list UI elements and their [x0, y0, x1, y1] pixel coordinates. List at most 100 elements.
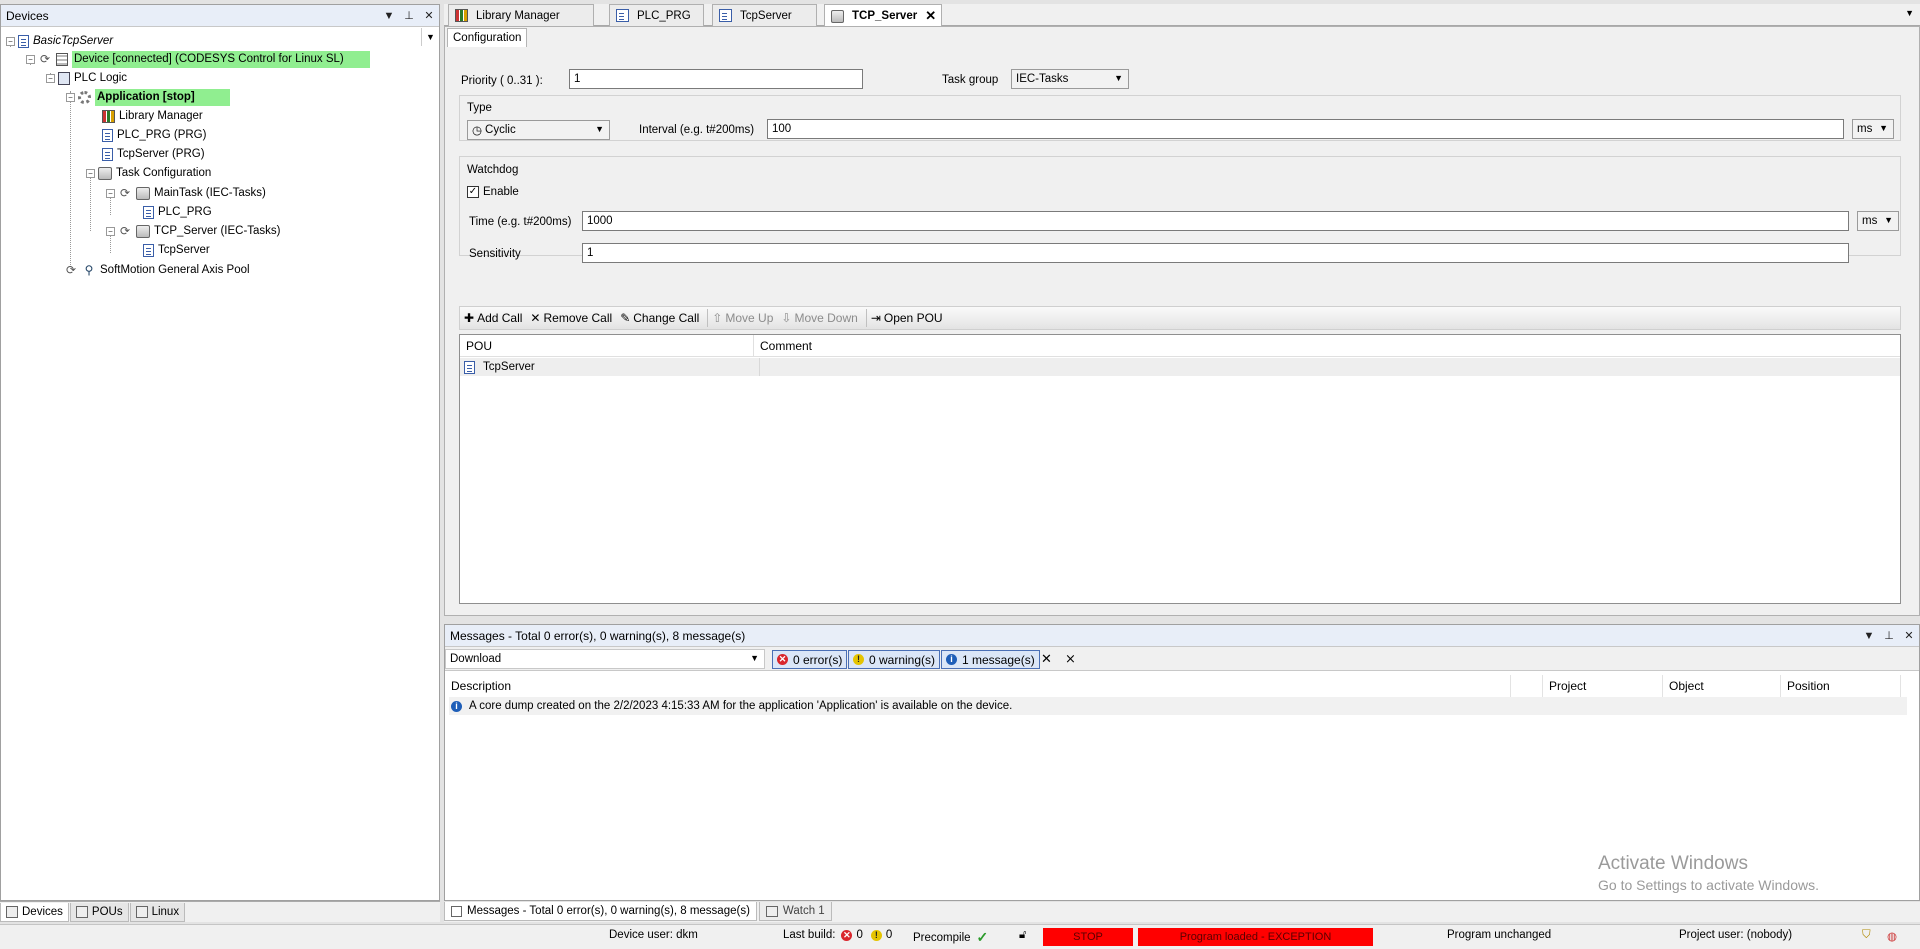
task-icon: [136, 186, 150, 200]
collapse-icon[interactable]: −: [106, 188, 115, 198]
tab-devices[interactable]: Devices: [0, 903, 69, 922]
pou-call-icon: [143, 205, 154, 219]
close-icon[interactable]: ✕: [419, 9, 439, 22]
column-header-description[interactable]: Description: [445, 675, 1511, 697]
collapse-icon[interactable]: −: [86, 168, 95, 178]
close-icon[interactable]: ✕: [1899, 629, 1919, 642]
tree-item-device[interactable]: − ⟳ Device [connected] (CODESYS Control …: [26, 50, 370, 68]
time-unit-select[interactable]: ms ▼: [1857, 211, 1899, 231]
pin-icon[interactable]: ⊥: [399, 9, 419, 22]
tree-item-softmotion[interactable]: ⟳ ⚲ SoftMotion General Axis Pool: [64, 261, 250, 279]
watchdog-group-label: Watchdog: [467, 164, 519, 176]
tree-item-tcp-server-call[interactable]: TcpServer: [143, 241, 210, 259]
toolbar-separator: [865, 309, 867, 327]
tab-tcp-server[interactable]: TCP_Server ✕: [824, 4, 942, 27]
pou-icon: [102, 147, 113, 161]
tab-linux[interactable]: Linux: [129, 903, 186, 922]
warning-icon: !: [853, 654, 864, 665]
collapse-icon[interactable]: −: [6, 36, 15, 46]
collapse-icon[interactable]: −: [26, 54, 35, 64]
column-header-comment[interactable]: Comment: [754, 335, 1900, 357]
change-call-button[interactable]: ✎ Change Call: [620, 311, 699, 325]
clear-all-icon[interactable]: ⨯: [1065, 651, 1076, 667]
collapse-icon[interactable]: −: [46, 73, 55, 83]
tree-dropdown-icon[interactable]: ▼: [421, 28, 439, 46]
column-header-project[interactable]: Project: [1543, 675, 1663, 697]
devices-panel: Devices ▼ ⊥ ✕ ▼ − BasicTcpServer − ⟳ Dev…: [0, 4, 440, 901]
tree-item-plc-logic[interactable]: − PLC Logic: [46, 69, 127, 87]
notification-icon[interactable]: ◍: [1887, 929, 1897, 943]
enable-checkbox[interactable]: ✓ Enable: [467, 186, 519, 198]
task-group-select[interactable]: IEC-Tasks ▼: [1011, 69, 1129, 89]
tab-tcpserver[interactable]: TcpServer: [712, 4, 817, 26]
axis-pool-icon: ⚲: [84, 263, 94, 277]
library-icon: [102, 109, 115, 123]
project-icon: [18, 34, 29, 48]
add-call-button[interactable]: ✚ Add Call: [464, 311, 522, 325]
errors-filter-button[interactable]: ✕ 0 error(s): [772, 650, 848, 669]
interval-unit-select[interactable]: ms ▼: [1852, 119, 1894, 139]
collapse-icon[interactable]: −: [66, 92, 75, 102]
connected-icon: ⟳: [65, 263, 77, 277]
tree-item-tcp-server-task[interactable]: − ⟳ TCP_Server (IEC-Tasks): [106, 222, 281, 240]
move-up-button[interactable]: ⇧ Move Up: [712, 311, 773, 325]
tab-plc-prg[interactable]: PLC_PRG: [609, 4, 704, 26]
remove-call-button[interactable]: ✕ Remove Call: [530, 311, 612, 325]
tree-item-project[interactable]: − BasicTcpServer: [6, 32, 113, 50]
tree-item-library-manager[interactable]: Library Manager: [102, 107, 203, 125]
tree-item-maintask-call[interactable]: PLC_PRG: [143, 203, 212, 221]
priority-label: Priority ( 0..31 ):: [461, 75, 543, 87]
table-row[interactable]: TcpServer: [460, 358, 1900, 376]
message-row[interactable]: i A core dump created on the 2/2/2023 4:…: [449, 697, 1907, 715]
last-build-status: Last build: ✕ 0 ! 0: [783, 929, 893, 941]
time-input[interactable]: 1000: [582, 211, 1849, 231]
program-state-badge: Program loaded - EXCEPTION: [1138, 928, 1373, 946]
collapse-icon[interactable]: −: [106, 226, 115, 236]
pou-call-icon: [143, 243, 154, 257]
pou-icon: [464, 360, 475, 374]
tree-item-plc-prg[interactable]: PLC_PRG (PRG): [102, 126, 206, 144]
tree-item-application[interactable]: − Application [stop]: [66, 88, 230, 106]
column-header-blank[interactable]: [1511, 675, 1543, 697]
task-editor: Configuration Priority ( 0..31 ): 1 Task…: [444, 26, 1920, 616]
column-header-position[interactable]: Position: [1781, 675, 1901, 697]
x-icon: ✕: [530, 311, 541, 325]
shield-icon[interactable]: ⛉: [1862, 929, 1871, 942]
lock-icon[interactable]: 🔓︎: [1019, 929, 1026, 942]
column-header-pou[interactable]: POU: [460, 335, 754, 357]
tree-item-maintask[interactable]: − ⟳ MainTask (IEC-Tasks): [106, 184, 266, 202]
interval-input[interactable]: 100: [767, 119, 1844, 139]
close-tab-icon[interactable]: ✕: [925, 8, 936, 24]
warnings-filter-button[interactable]: ! 0 warning(s): [848, 650, 941, 669]
priority-input[interactable]: 1: [569, 69, 863, 89]
tab-pous[interactable]: POUs: [69, 903, 129, 922]
precompile-status[interactable]: Precompile ✓: [913, 929, 988, 946]
tab-library-manager[interactable]: Library Manager: [448, 4, 594, 26]
activate-windows-subtitle: Go to Settings to activate Windows.: [1598, 877, 1819, 893]
messages-panel-title: Messages - Total 0 error(s), 0 warning(s…: [450, 628, 746, 643]
panel-menu-icon[interactable]: ▼: [379, 10, 399, 22]
message-category-select[interactable]: Download ▼: [445, 649, 765, 669]
toolbar-separator: [707, 309, 709, 327]
pou-call-table: POU Comment TcpServer: [459, 334, 1901, 604]
device-user: Device user: dkm: [609, 929, 698, 941]
tab-watch-1[interactable]: Watch 1: [758, 902, 832, 921]
info-icon: i: [451, 700, 462, 712]
clear-messages-icon[interactable]: ✕: [1041, 651, 1052, 667]
pou-icon: [719, 9, 732, 22]
type-select[interactable]: ◷ Cyclic ▼: [467, 120, 610, 140]
sensitivity-input[interactable]: 1: [582, 243, 1849, 263]
tree-item-task-configuration[interactable]: − Task Configuration: [86, 164, 211, 182]
tab-messages[interactable]: Messages - Total 0 error(s), 0 warning(s…: [444, 902, 757, 921]
pin-icon[interactable]: ⊥: [1879, 629, 1899, 642]
move-down-button[interactable]: ⇩ Move Down: [781, 311, 857, 325]
tab-configuration[interactable]: Configuration: [447, 28, 528, 47]
tree-item-tcpserver[interactable]: TcpServer (PRG): [102, 145, 205, 163]
pous-icon: [75, 906, 88, 918]
task-configuration-icon: [98, 166, 112, 180]
column-header-object[interactable]: Object: [1663, 675, 1781, 697]
panel-menu-icon[interactable]: ▼: [1859, 630, 1879, 642]
messages-filter-button[interactable]: i1 message(s): [941, 650, 1040, 669]
tab-list-dropdown-icon[interactable]: ▼: [1905, 8, 1914, 18]
open-pou-button[interactable]: ⇥ Open POU: [871, 311, 943, 325]
